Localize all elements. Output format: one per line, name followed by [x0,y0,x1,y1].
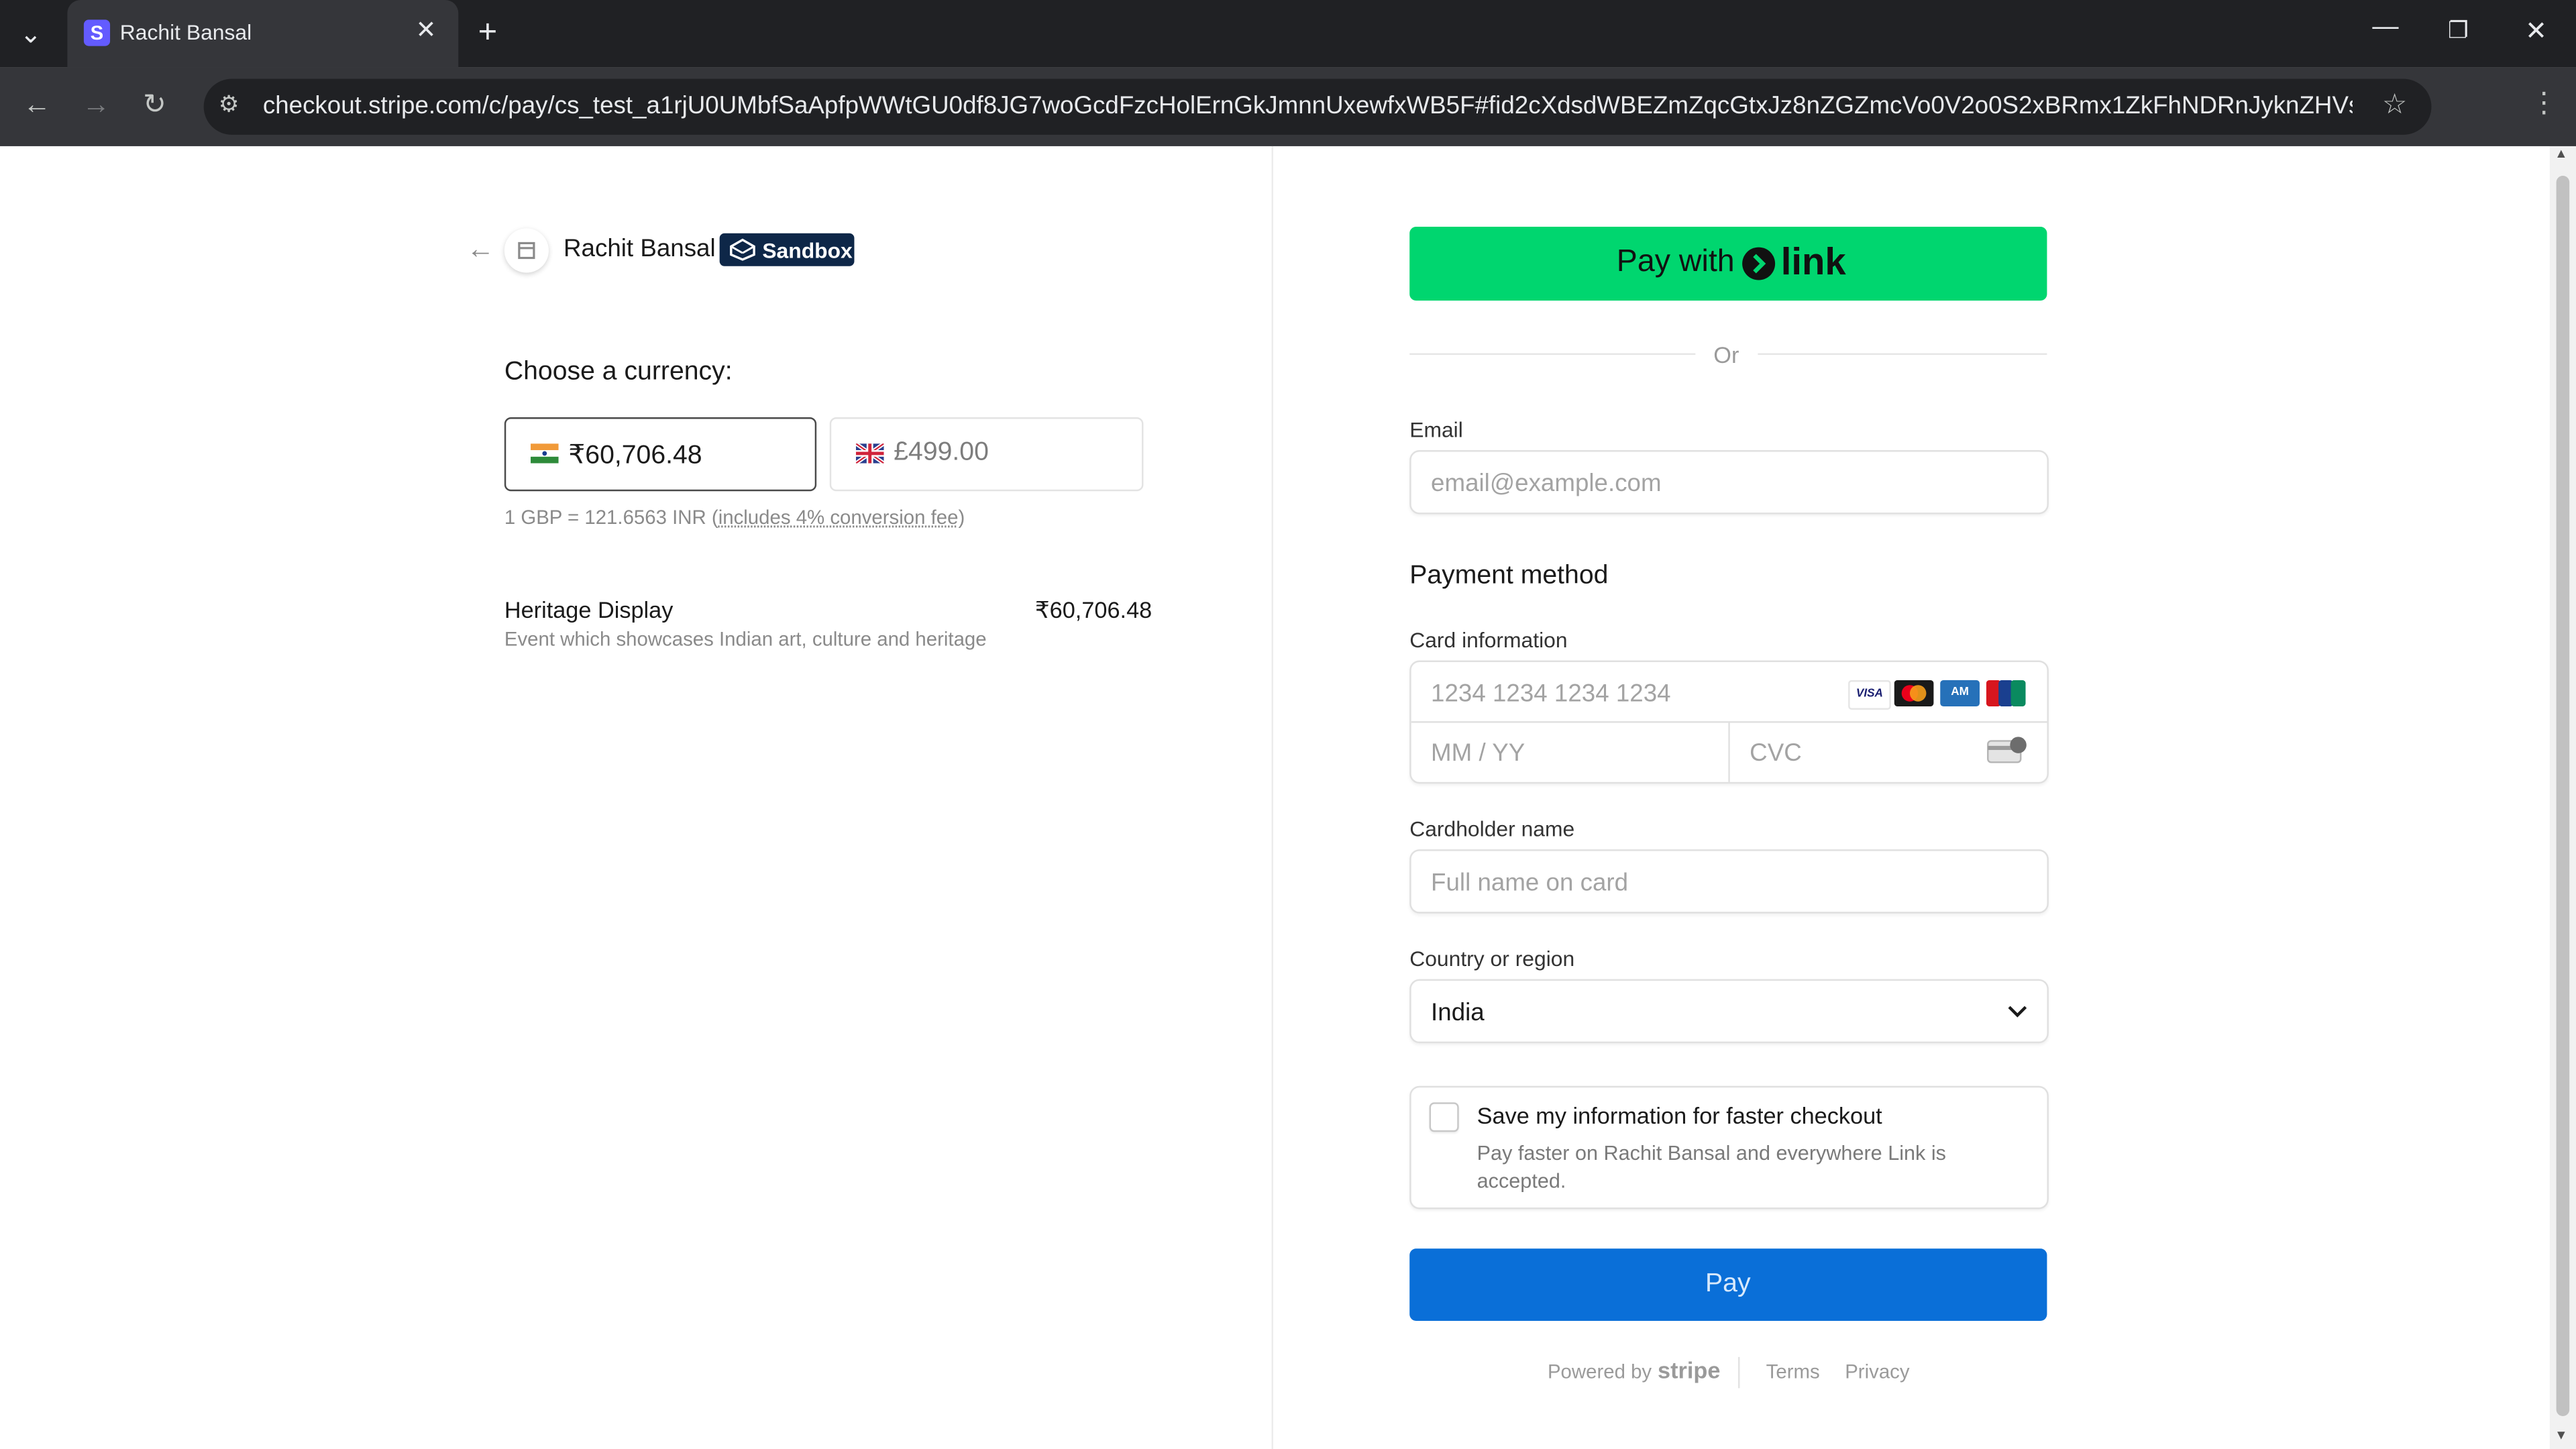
column-divider [1271,146,1273,1449]
save-info-checkbox[interactable] [1429,1102,1459,1132]
cardholder-placeholder: Full name on card [1431,869,1629,898]
country-label: Country or region [1409,946,1575,971]
email-placeholder: email@example.com [1431,470,1662,498]
cvc-input[interactable]: CVC [1730,723,2047,782]
currency-amount-gbp: £499.00 [894,438,989,467]
pay-button[interactable]: Pay [1409,1248,2047,1321]
currency-option-gbp[interactable]: £499.00 [829,417,1144,492]
currency-amount-inr: ₹60,706.48 [568,441,702,470]
email-field[interactable]: email@example.com [1409,450,2049,515]
uk-flag-icon [855,443,884,464]
card-info-label: Card information [1409,627,1568,653]
visa-icon: VISA [1848,680,1891,710]
screen: ⌄ S Rachit Bansal ✕ + — ❐ ✕ ← → ↻ ⚙ chec… [0,0,2576,1449]
sandbox-box-icon [730,238,755,261]
scroll-down-icon[interactable]: ▼ [2555,1428,2567,1442]
browser-toolbar: ← → ↻ ⚙ checkout.stripe.com/c/pay/cs_tes… [0,67,2576,186]
separator-or: Or [1713,341,1739,368]
payment-method-heading: Payment method [1409,561,1609,590]
link-logo-icon [1742,247,1776,280]
tab-title: Rachit Bansal [119,19,252,45]
reload-icon[interactable]: ↻ [143,89,166,121]
cardholder-name-field[interactable]: Full name on card [1409,849,2049,914]
product-description: Event which showcases Indian art, cultur… [504,627,987,651]
browser-tabbar: ⌄ S Rachit Bansal ✕ + — ❐ ✕ [0,0,2576,68]
product-name: Heritage Display [504,596,674,623]
tab-search-chevron-icon[interactable]: ⌄ [19,18,42,51]
back-arrow-icon[interactable]: ← [23,89,51,121]
separator-line-right [1758,353,2047,355]
back-arrow-icon[interactable]: ← [467,233,495,266]
checkout-page: ← Rachit Bansal Sandbox Choose a currenc… [0,146,2550,1449]
minimize-icon[interactable]: — [2372,13,2398,43]
page-scrollbar[interactable]: ▲ ▼ [2549,146,2576,1449]
chevron-down-icon [2008,1006,2027,1018]
pay-button-label: Pay [1705,1270,1751,1298]
bookmark-star-icon[interactable]: ☆ [2382,89,2407,121]
pay-with-label: Pay with [1616,244,1735,280]
link-brand-label: link [1780,239,1846,283]
merchant-name: Rachit Bansal [564,235,716,263]
currency-option-inr[interactable]: ₹60,706.48 [504,417,817,492]
india-flag-icon [531,443,559,464]
tab-close-icon[interactable]: ✕ [416,15,437,44]
restore-icon[interactable]: ❐ [2448,16,2469,44]
product-price: ₹60,706.48 [1034,596,1152,623]
country-select[interactable]: India [1409,979,2049,1044]
window-close-icon[interactable]: ✕ [2525,15,2547,48]
footer-divider [1738,1356,1740,1389]
sandbox-badge: Sandbox [719,233,855,266]
email-label: Email [1409,417,1463,442]
expiry-input[interactable]: MM / YY [1411,723,1729,782]
browser-tab[interactable]: S Rachit Bansal ✕ [67,0,459,68]
conversion-rate: 1 GBP = 121.6563 INR (includes 4% conver… [504,506,965,529]
conversion-rate-close: ) [958,506,965,529]
conversion-rate-text: 1 GBP = 121.6563 INR ( [504,506,718,529]
url-text: checkout.stripe.com/c/pay/cs_test_a1rjU0… [262,92,2353,120]
pay-with-link-button[interactable]: Pay with link [1409,226,2047,301]
unionpay-icon [1986,680,2026,707]
mastercard-icon [1894,680,1934,707]
save-info-box: Save my information for faster checkout … [1409,1085,2049,1210]
forward-arrow-icon[interactable]: → [82,89,110,121]
merchant-logo [504,228,549,273]
new-tab-icon[interactable]: + [478,15,498,52]
privacy-link[interactable]: Privacy [1845,1360,1909,1383]
separator-line-left [1409,353,1696,355]
conversion-fee-link[interactable]: includes 4% conversion fee [718,506,959,529]
expiry-placeholder: MM / YY [1431,739,1525,767]
address-bar[interactable]: ⚙ checkout.stripe.com/c/pay/cs_test_a1rj… [203,78,2432,135]
powered-by-label: Powered by [1547,1360,1652,1384]
stripe-brand-link[interactable]: stripe [1658,1357,1720,1383]
country-value: India [1431,998,1485,1027]
scroll-up-icon[interactable]: ▲ [2555,146,2567,161]
card-info-group: 1234 1234 1234 1234 VISA AM MM / YY CVC [1409,660,2049,784]
currency-heading: Choose a currency: [504,358,733,386]
browser-menu-icon[interactable]: ⋮ [2530,87,2558,120]
site-info-icon[interactable]: ⚙ [219,91,239,119]
save-info-description: Pay faster on Rachit Bansal and everywhe… [1477,1142,1947,1193]
cvc-card-icon [1987,737,2027,763]
terms-link[interactable]: Terms [1766,1360,1820,1383]
sandbox-badge-label: Sandbox [762,238,853,263]
amex-icon: AM [1940,680,1980,707]
store-icon [518,241,535,260]
cvc-placeholder: CVC [1750,739,1802,767]
stripe-favicon-icon: S [83,19,111,46]
save-info-title: Save my information for faster checkout [1477,1102,1882,1129]
scrollbar-thumb[interactable] [2556,176,2570,1417]
cardholder-label: Cardholder name [1409,816,1575,841]
